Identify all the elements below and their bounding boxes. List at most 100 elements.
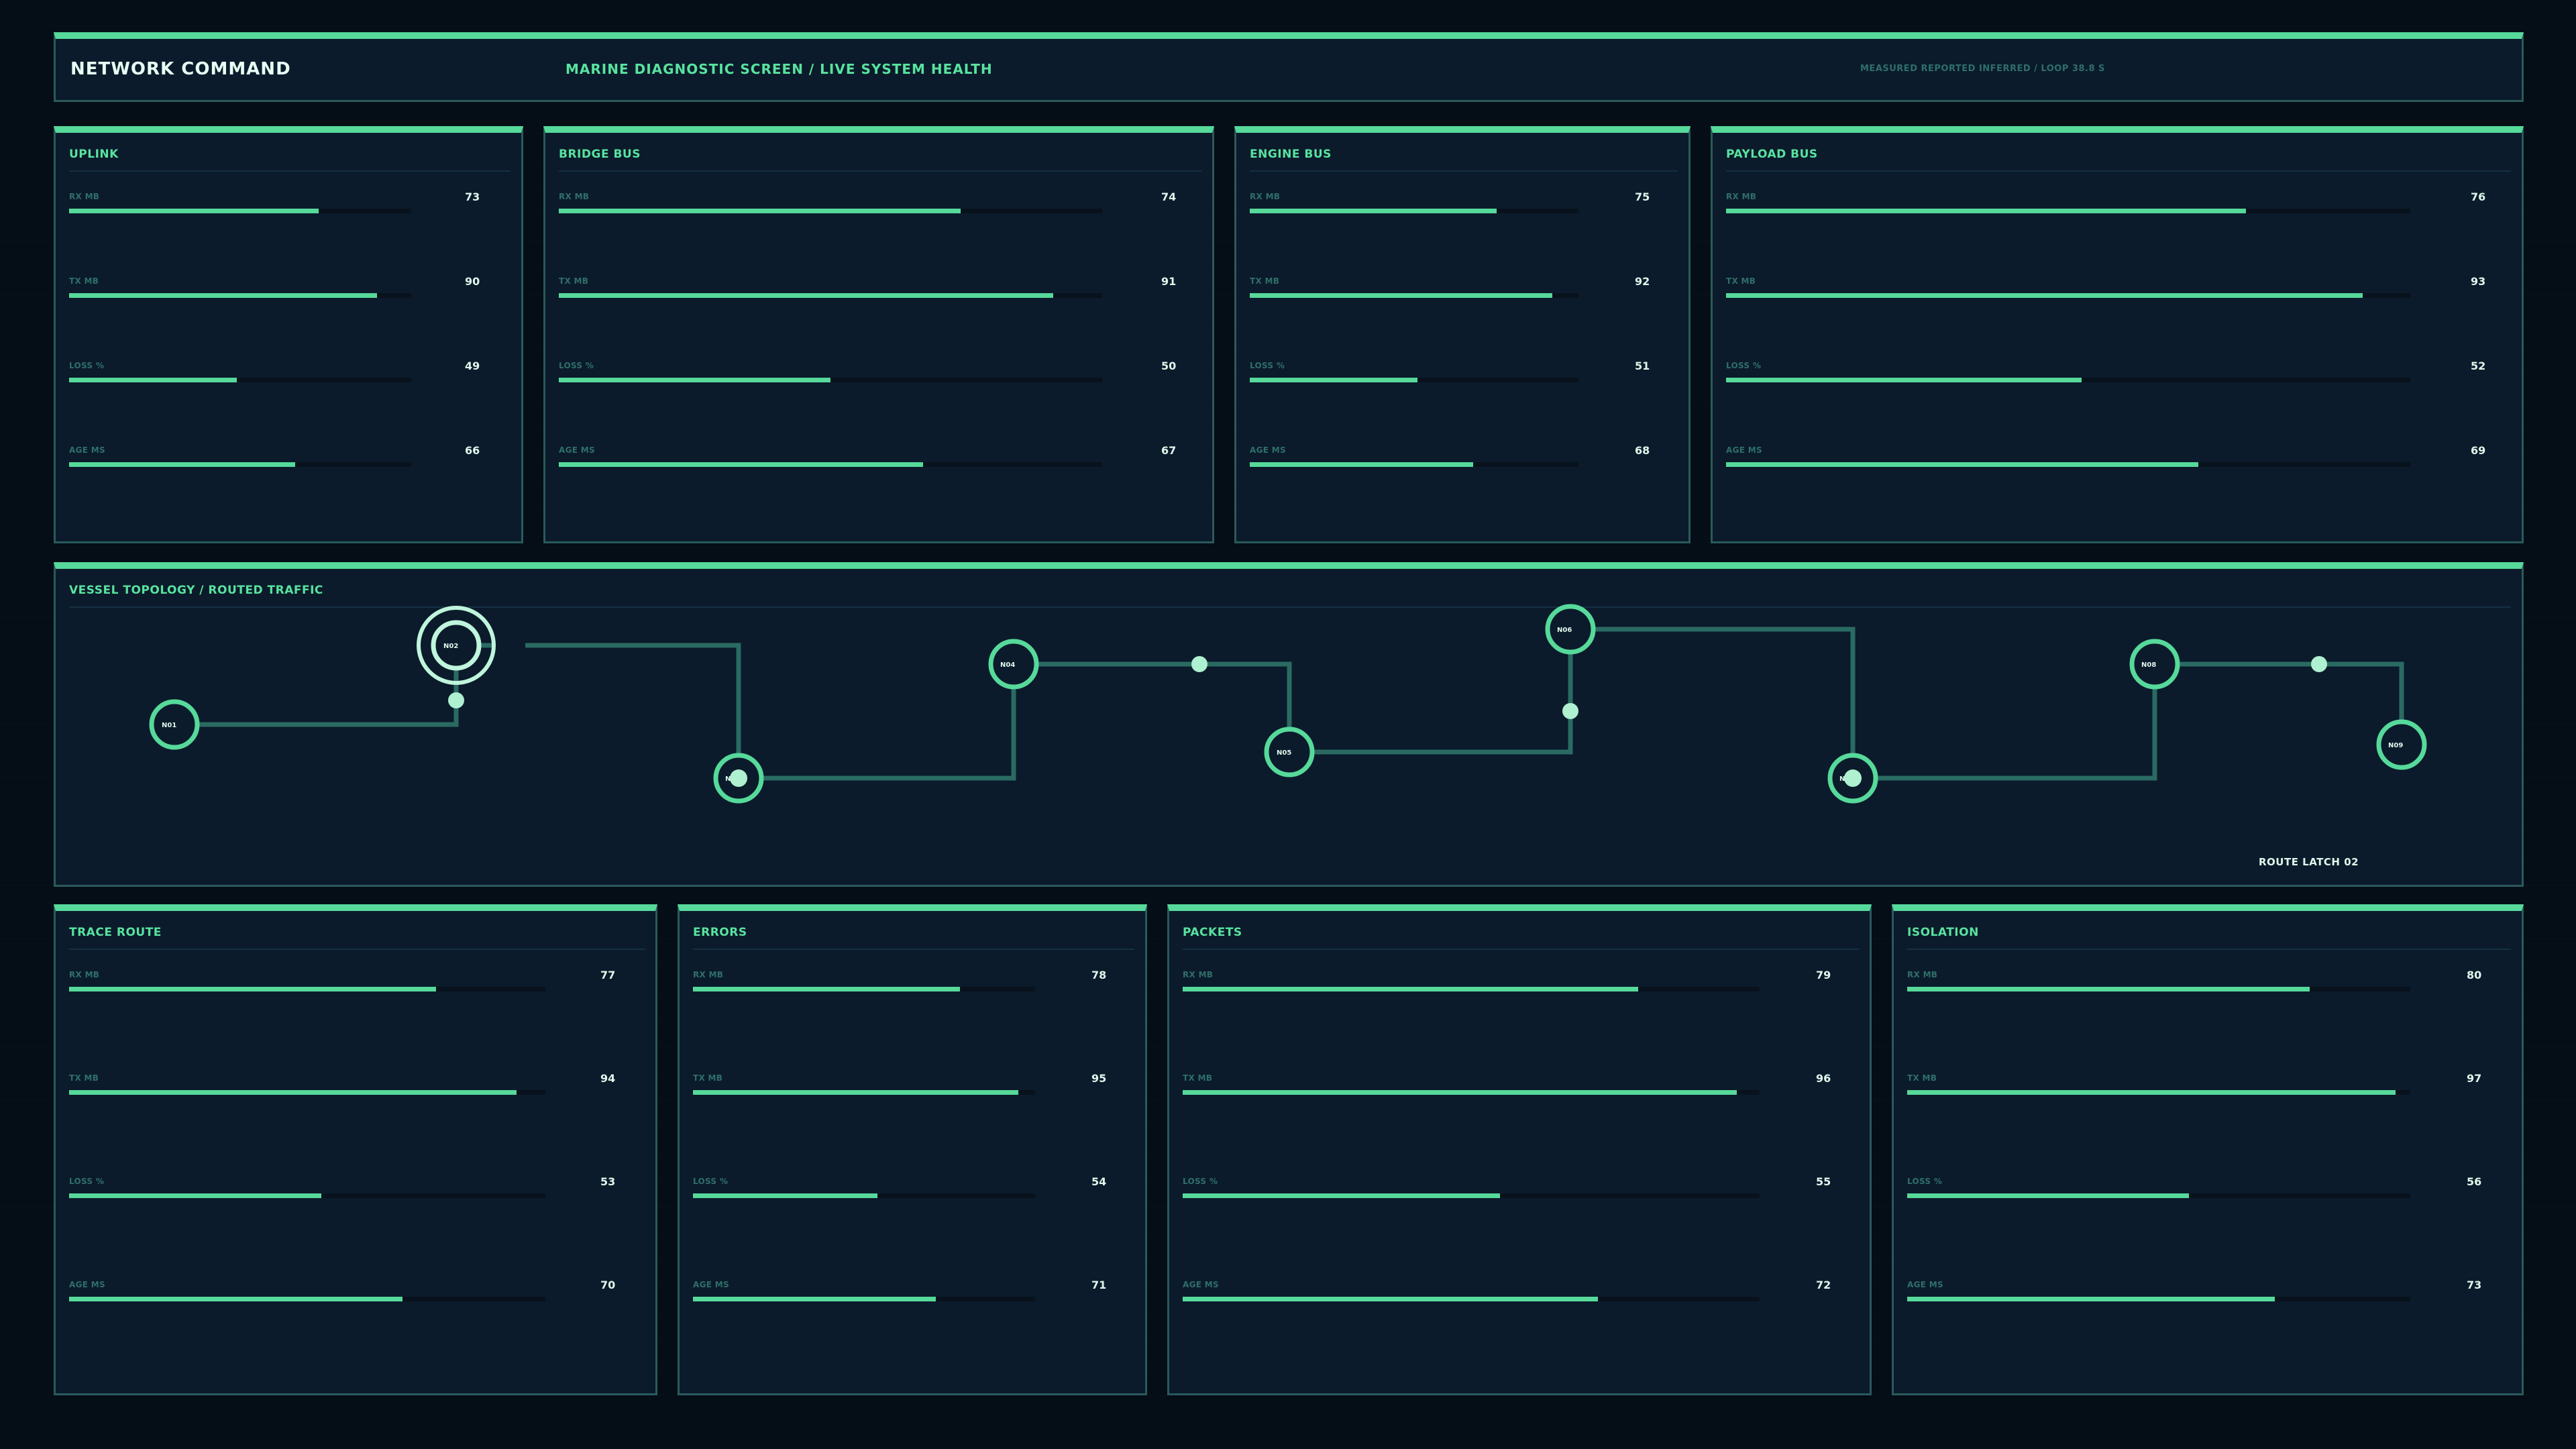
metric-label: LOSS % xyxy=(1183,1177,1218,1186)
metric-label: TX MB xyxy=(1183,1073,1213,1083)
panel-isolation: ISOLATION RX MB 80 TX MB 97 LOSS % 56 AGE MS 73 xyxy=(1892,904,2524,1395)
metric-bar-fill xyxy=(69,1297,402,1301)
app-title: NETWORK COMMAND xyxy=(70,59,291,79)
metric-bar-track xyxy=(559,378,1102,382)
metric-bar-track xyxy=(1907,1090,2410,1095)
metric-bar-fill xyxy=(1726,378,2082,382)
metric-label: LOSS % xyxy=(69,1177,105,1186)
metric-value: 76 xyxy=(2471,191,2486,203)
metric-label: AGE MS xyxy=(559,445,595,455)
metric-row-age: AGE MS 73 xyxy=(1907,1279,2507,1307)
metric-label: RX MB xyxy=(69,970,100,979)
link-n07-n08 xyxy=(1853,664,2157,781)
metric-value: 78 xyxy=(1091,969,1107,981)
panel-engine-bus: ENGINE BUS RX MB 75 TX MB 92 LOSS % 51 AGE MS 6… xyxy=(1234,126,1690,543)
metric-bar-fill xyxy=(69,378,237,382)
metric-row-tx: TX MB 96 xyxy=(1183,1072,1856,1100)
status-readout: MEASURED REPORTED INFERRED / LOOP 38.8 S xyxy=(1860,64,2105,74)
metric-value: 53 xyxy=(600,1175,616,1188)
metric-value: 69 xyxy=(2471,444,2486,457)
metric-row-age: AGE MS 70 xyxy=(69,1279,641,1307)
metric-bar-track xyxy=(69,462,411,467)
panel-title: ENGINE BUS xyxy=(1250,148,1332,161)
metric-bar-track xyxy=(1726,293,2410,298)
panel-title: BRIDGE BUS xyxy=(559,148,641,161)
metric-bar-track xyxy=(1726,378,2410,382)
traffic-packet xyxy=(1844,769,1862,787)
metric-bar-fill xyxy=(559,209,961,213)
metric-label: AGE MS xyxy=(69,1280,105,1289)
link-n03-n04 xyxy=(739,664,1016,781)
metric-value: 80 xyxy=(2467,969,2482,981)
dashboard-root: NETWORK COMMAND MARINE DIAGNOSTIC SCREEN… xyxy=(0,0,2576,1449)
metric-value: 94 xyxy=(600,1072,616,1085)
metric-row-tx: TX MB 90 xyxy=(69,275,505,303)
metric-bar-fill xyxy=(1907,987,2310,991)
panel-divider xyxy=(1907,949,2511,950)
metric-bar-fill xyxy=(1183,1193,1500,1198)
metric-label: LOSS % xyxy=(559,361,594,370)
metric-value: 71 xyxy=(1091,1279,1107,1291)
metric-value: 72 xyxy=(1816,1279,1831,1291)
metric-bar-fill xyxy=(1726,462,2198,467)
metric-bar-track xyxy=(69,378,411,382)
metric-bar-fill xyxy=(1183,1297,1598,1301)
metric-row-age: AGE MS 71 xyxy=(693,1279,1132,1307)
metric-bar-track xyxy=(1183,1297,1760,1301)
metric-bar-track xyxy=(693,987,1035,991)
metric-row-tx: TX MB 95 xyxy=(693,1072,1132,1100)
metric-row-tx: TX MB 92 xyxy=(1250,275,1675,303)
traffic-packet xyxy=(730,769,747,787)
metric-value: 66 xyxy=(465,444,480,457)
panel-bridge-bus: BRIDGE BUS RX MB 74 TX MB 91 LOSS % 50 AGE MS 6… xyxy=(543,126,1214,543)
panel-trace-route: TRACE ROUTE RX MB 77 TX MB 94 LOSS % 53 AGE MS… xyxy=(54,904,657,1395)
panel-errors: ERRORS RX MB 78 TX MB 95 LOSS % 54 AGE MS 71 xyxy=(678,904,1147,1395)
metric-row-loss: LOSS % 55 xyxy=(1183,1175,1856,1203)
metric-value: 70 xyxy=(600,1279,616,1291)
panel-divider xyxy=(1726,170,2511,172)
metric-label: LOSS % xyxy=(69,361,105,370)
link-n02-n03 xyxy=(525,643,741,778)
panel-payload-bus: PAYLOAD BUS RX MB 76 TX MB 93 LOSS % 52 AGE MS… xyxy=(1711,126,2524,543)
metric-bar-fill xyxy=(1907,1297,2275,1301)
panel-divider xyxy=(559,170,1201,172)
metric-bar-fill xyxy=(1907,1090,2396,1095)
metric-bar-fill xyxy=(693,1297,936,1301)
traffic-packet xyxy=(1562,703,1578,719)
metric-value: 77 xyxy=(600,969,616,981)
metric-bar-fill xyxy=(1726,209,2246,213)
metric-label: RX MB xyxy=(1250,192,1281,201)
metric-label: RX MB xyxy=(693,970,724,979)
metric-row-loss: LOSS % 52 xyxy=(1726,360,2511,388)
metric-label: AGE MS xyxy=(69,445,105,455)
metric-row-loss: LOSS % 53 xyxy=(69,1175,641,1203)
metric-bar-track xyxy=(1183,1090,1760,1095)
metric-value: 52 xyxy=(2471,360,2486,372)
metric-value: 54 xyxy=(1091,1175,1107,1188)
metric-bar-fill xyxy=(559,378,830,382)
metric-bar-fill xyxy=(693,1193,877,1198)
traffic-packet xyxy=(448,692,464,708)
metric-label: LOSS % xyxy=(1250,361,1285,370)
metric-row-rx: RX MB 73 xyxy=(69,191,505,219)
metric-label: RX MB xyxy=(1726,192,1757,201)
traffic-packet xyxy=(1191,656,1208,672)
header-bar: NETWORK COMMAND MARINE DIAGNOSTIC SCREEN… xyxy=(54,32,2524,102)
metric-label: AGE MS xyxy=(693,1280,729,1289)
metric-row-tx: TX MB 93 xyxy=(1726,275,2511,303)
metric-label: RX MB xyxy=(69,192,100,201)
metric-row-tx: TX MB 91 xyxy=(559,275,1201,303)
metric-bar-track xyxy=(559,209,1102,213)
metric-row-loss: LOSS % 54 xyxy=(693,1175,1132,1203)
metric-label: TX MB xyxy=(559,276,589,286)
metric-label: RX MB xyxy=(1907,970,1938,979)
metric-bar-fill xyxy=(1183,987,1638,991)
metric-label: TX MB xyxy=(69,1073,99,1083)
metric-bar-track xyxy=(69,293,411,298)
metric-bar-fill xyxy=(1250,293,1552,298)
metric-label: TX MB xyxy=(1250,276,1280,286)
metric-bar-track xyxy=(1250,378,1578,382)
metric-value: 95 xyxy=(1091,1072,1107,1085)
metric-bar-fill xyxy=(69,462,295,467)
metric-value: 51 xyxy=(1635,360,1650,372)
